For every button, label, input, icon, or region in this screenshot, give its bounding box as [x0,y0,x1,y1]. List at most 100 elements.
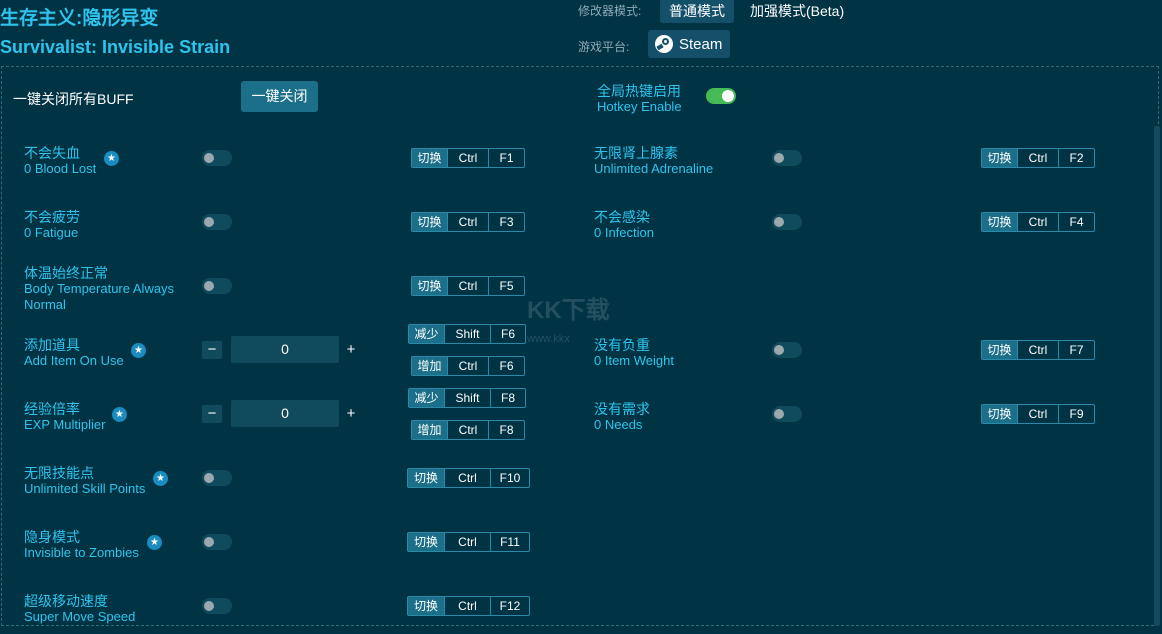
hotkey-key: F11 [490,533,529,551]
hotkey-group-increase[interactable]: 增加 Ctrl F8 [411,420,525,440]
hotkey-action: 切换 [408,469,444,487]
cheat-name-cn: 不会疲劳 [24,209,80,225]
hotkey-group-increase[interactable]: 增加 Ctrl F6 [411,356,525,376]
hotkey-key: F3 [488,213,524,231]
star-icon: ★ [147,535,162,550]
hotkey-action: 切换 [412,149,447,167]
cheat-name-cn: 添加道具 [24,337,80,353]
hotkey-group-decrease[interactable]: 减少 Shift F8 [408,388,526,408]
watermark-url: www.kkx [527,333,570,345]
cheat-name-cn: 不会感染 [594,209,650,225]
steam-platform-button[interactable]: Steam [648,30,731,58]
cheat-name-en: 0 Item Weight [594,353,674,368]
hotkey-key: F2 [1058,149,1094,167]
increase-button[interactable]: + [341,405,361,423]
hotkey-key: F6 [488,357,524,375]
cheat-name-en-line2: Normal [24,297,66,312]
cheat-name-cn: 不会失血 [24,145,80,161]
cheat-name-en: Super Move Speed [24,609,136,624]
star-icon: ★ [153,471,168,486]
cheat-name-en: Unlimited Adrenaline [594,161,714,176]
hotkey-key: F10 [490,469,529,487]
watermark-logo: KK下载 [527,297,610,324]
hotkey-group[interactable]: 切换 Ctrl F3 [411,212,525,232]
app-title-cn: 生存主义:隐形异变 [0,8,159,29]
hotkey-action: 切换 [412,277,447,295]
cheat-name-en: 0 Fatigue [24,225,79,240]
hotkey-group[interactable]: 切换 Ctrl F12 [407,596,530,616]
hotkey-group[interactable]: 切换 Ctrl F4 [981,212,1095,232]
cheat-toggle[interactable] [772,406,802,422]
value-input[interactable]: 0 [231,336,339,363]
hotkey-action: 切换 [982,149,1017,167]
hotkey-enable-label-cn: 全局热键启用 [597,83,681,99]
hotkey-action: 切换 [408,533,444,551]
cheat-toggle[interactable] [772,342,802,358]
hotkey-action: 切换 [408,597,444,615]
hotkey-modifier: Ctrl [444,597,490,615]
hotkey-group[interactable]: 切换 Ctrl F10 [407,468,530,488]
hotkey-modifier: Ctrl [1017,341,1058,359]
hotkey-action: 切换 [982,341,1017,359]
hotkey-modifier: Shift [444,389,490,407]
app-title-en: Survivalist: Invisible Strain [0,37,231,57]
cheat-name-cn: 没有负重 [594,337,650,353]
cheat-toggle[interactable] [772,214,802,230]
hotkey-modifier: Ctrl [1017,213,1058,231]
hotkey-modifier: Ctrl [1017,405,1058,423]
hotkey-key: F8 [490,389,525,407]
star-icon: ★ [104,151,119,166]
hotkey-key: F7 [1058,341,1094,359]
hotkey-modifier: Ctrl [447,277,488,295]
hotkey-action: 增加 [412,421,447,439]
hotkey-key: F5 [488,277,524,295]
scrollbar[interactable] [1154,126,1160,626]
increase-button[interactable]: + [341,341,361,359]
cheat-name-cn: 经验倍率 [24,401,80,417]
cheat-name-en: Body Temperature Always [24,281,175,296]
cheat-toggle[interactable] [202,150,232,166]
hotkey-modifier: Ctrl [447,357,488,375]
cheat-toggle[interactable] [202,470,232,486]
hotkey-group[interactable]: 切换 Ctrl F7 [981,340,1095,360]
close-all-label: 一键关闭所有BUFF [13,91,134,107]
hotkey-group[interactable]: 切换 Ctrl F9 [981,404,1095,424]
hotkey-modifier: Ctrl [444,469,490,487]
hotkey-modifier: Ctrl [1017,149,1058,167]
cheat-name-cn: 没有需求 [594,401,650,417]
close-all-button[interactable]: 一键关闭 [241,81,318,112]
cheat-toggle[interactable] [202,598,232,614]
decrease-button[interactable]: − [202,341,222,359]
cheat-toggle[interactable] [202,278,232,294]
hotkey-group[interactable]: 切换 Ctrl F2 [981,148,1095,168]
cheat-name-cn: 超级移动速度 [24,593,108,609]
hotkey-group[interactable]: 切换 Ctrl F1 [411,148,525,168]
cheat-name-en: 0 Needs [594,417,643,432]
cheat-name-cn: 无限肾上腺素 [594,145,678,161]
cheat-toggle[interactable] [202,534,232,550]
hotkey-enable-label-en: Hotkey Enable [597,99,682,114]
hotkey-modifier: Shift [444,325,490,343]
steam-icon [655,35,673,53]
hotkey-modifier: Ctrl [444,533,490,551]
cheat-name-en: 0 Blood Lost [24,161,97,176]
hotkey-action: 减少 [409,325,444,343]
hotkey-modifier: Ctrl [447,421,488,439]
cheat-toggle[interactable] [772,150,802,166]
hotkey-action: 切换 [982,405,1017,423]
hotkey-group[interactable]: 切换 Ctrl F11 [407,532,530,552]
value-input[interactable]: 0 [231,400,339,427]
mode-label: 修改器模式: [578,4,642,18]
hotkey-key: F1 [488,149,524,167]
hotkey-enable-toggle[interactable] [706,88,736,104]
star-icon: ★ [131,343,146,358]
hotkey-group[interactable]: 切换 Ctrl F5 [411,276,525,296]
hotkey-key: F8 [488,421,524,439]
hotkey-key: F4 [1058,213,1094,231]
cheat-toggle[interactable] [202,214,232,230]
hotkey-group-decrease[interactable]: 减少 Shift F6 [408,324,526,344]
decrease-button[interactable]: − [202,405,222,423]
beta-mode-button[interactable]: 加强模式(Beta) [741,0,853,23]
normal-mode-button[interactable]: 普通模式 [660,0,734,23]
cheat-name-en: 0 Infection [594,225,654,240]
